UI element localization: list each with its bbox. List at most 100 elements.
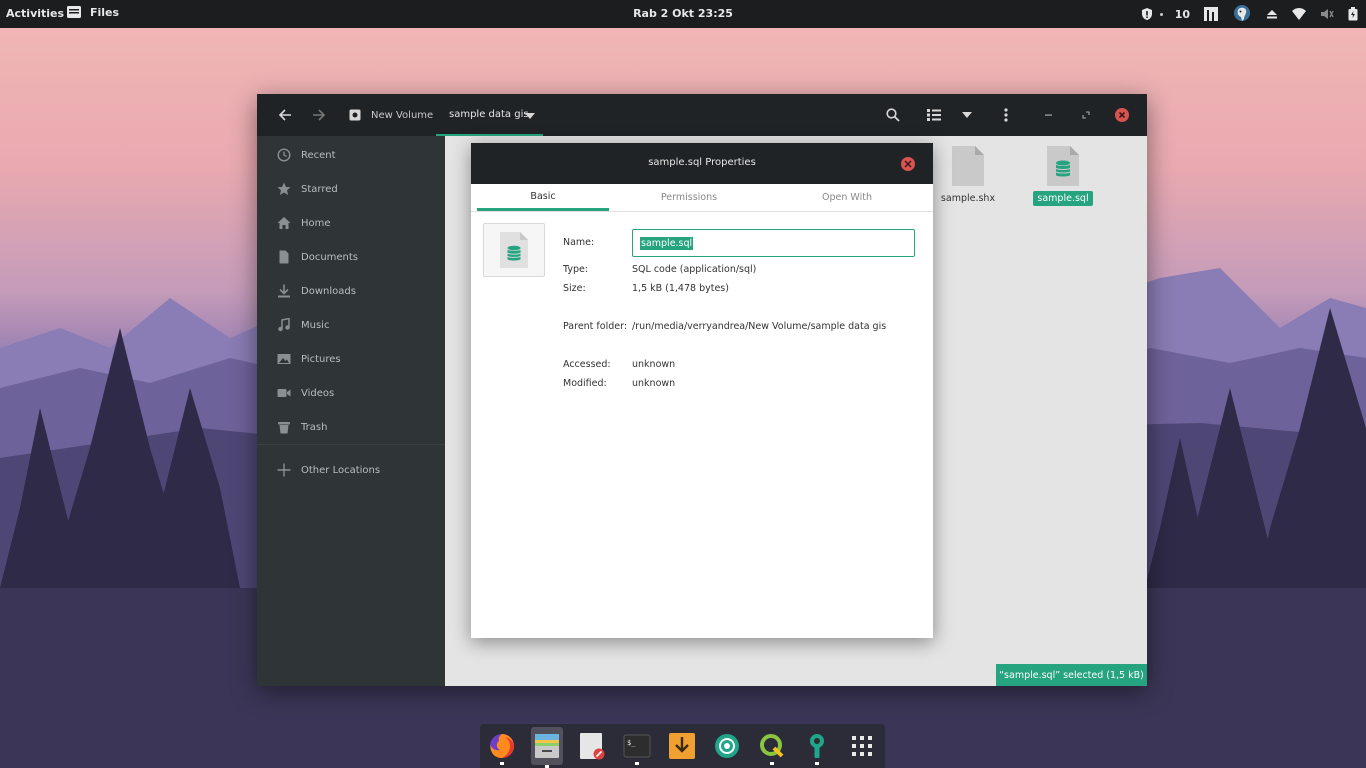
terminal-icon: $_ — [623, 734, 651, 758]
accessed-value: unknown — [632, 359, 676, 370]
downloader-icon — [669, 733, 695, 759]
download-icon — [278, 284, 290, 298]
indicator-dot — [1159, 12, 1163, 16]
video-icon — [277, 389, 291, 397]
sidebar-item-documents[interactable]: Documents — [277, 246, 358, 268]
parent-folder-value[interactable]: /run/media/verryandrea/New Volume/sample… — [632, 321, 886, 332]
home-icon — [277, 217, 291, 229]
menu-button[interactable] — [996, 105, 1016, 125]
view-toggle-button[interactable] — [924, 105, 944, 125]
type-label: Type: — [563, 264, 589, 275]
header-bar: New Volume sample data gis — [257, 94, 1147, 136]
dialog-header: sample.sql Properties — [471, 143, 933, 184]
running-indicator — [815, 762, 819, 765]
name-field[interactable]: sample.sql — [632, 229, 915, 257]
accessed-label: Accessed: — [563, 359, 611, 370]
postgresql-icon[interactable] — [1232, 4, 1252, 24]
dock-downloader[interactable] — [666, 730, 698, 762]
document-icon — [279, 250, 289, 264]
dialog-close-button[interactable] — [901, 157, 915, 171]
name-label: Name: — [563, 237, 595, 248]
qgis-icon — [760, 734, 784, 758]
wifi-icon[interactable] — [1292, 8, 1306, 20]
sidebar-item-other-locations[interactable]: Other Locations — [277, 459, 380, 481]
path-current-folder[interactable]: sample data gis — [436, 94, 543, 136]
drive-icon — [349, 109, 361, 121]
kebab-menu-icon — [1004, 108, 1008, 122]
selection-status: “sample.sql” selected (1,5 kB) — [996, 664, 1147, 686]
tab-permissions[interactable]: Permissions — [623, 184, 755, 211]
dock-terminal[interactable]: $_ — [621, 730, 653, 765]
database-file-icon — [500, 232, 528, 268]
back-button[interactable] — [275, 105, 295, 125]
size-value: 1,5 kB (1,478 bytes) — [632, 283, 729, 294]
sidebar-item-label: Other Locations — [301, 464, 381, 476]
dock-qgis[interactable] — [756, 730, 788, 765]
star-icon — [277, 182, 291, 195]
firefox-icon — [490, 734, 514, 758]
tab-basic[interactable]: Basic — [477, 184, 609, 211]
dock-text-editor[interactable] — [576, 730, 608, 762]
parent-folder-label: Parent folder: — [563, 321, 628, 332]
picture-icon — [277, 354, 291, 364]
list-view-icon — [927, 109, 941, 121]
sidebar-item-pictures[interactable]: Pictures — [277, 348, 341, 370]
clock-icon — [277, 148, 291, 162]
dock-shutter[interactable] — [711, 730, 743, 762]
running-indicator — [500, 762, 504, 765]
sidebar-item-label: Pictures — [301, 353, 341, 365]
settings-tool-icon — [810, 734, 824, 758]
activities-button[interactable]: Activities — [6, 7, 64, 20]
properties-dialog: sample.sql Properties Basic Permissions … — [471, 143, 933, 638]
forward-button[interactable] — [309, 105, 329, 125]
dock-archive-manager[interactable] — [531, 727, 563, 768]
sidebar-item-videos[interactable]: Videos — [277, 382, 334, 404]
sidebar-item-home[interactable]: Home — [277, 212, 331, 234]
close-icon — [904, 160, 912, 168]
trash-icon — [278, 422, 290, 434]
app-menu[interactable]: Files — [66, 4, 119, 20]
tab-open-with[interactable]: Open With — [781, 184, 913, 211]
search-button[interactable] — [883, 105, 903, 125]
dock-show-applications[interactable] — [846, 730, 878, 762]
view-options-button[interactable] — [957, 105, 977, 125]
clock[interactable]: Rab 2 Okt 23:25 — [633, 7, 733, 20]
dock-settings-tool[interactable] — [801, 730, 833, 765]
text-editor-icon — [580, 733, 605, 760]
type-value: SQL code (application/sql) — [632, 264, 757, 275]
sidebar-item-recent[interactable]: Recent — [277, 144, 336, 166]
app-grid-icon — [852, 736, 872, 756]
dock-firefox[interactable] — [486, 730, 518, 765]
sidebar: Recent Starred Home Documents Downloads … — [257, 136, 445, 686]
sidebar-item-label: Downloads — [301, 285, 356, 297]
close-window-button[interactable] — [1112, 105, 1132, 125]
minimize-button[interactable] — [1039, 105, 1059, 125]
sidebar-item-downloads[interactable]: Downloads — [277, 280, 356, 302]
battery-icon[interactable] — [1348, 7, 1358, 21]
sidebar-item-label: Documents — [301, 251, 359, 263]
path-volume[interactable]: New Volume — [349, 94, 433, 136]
sidebar-item-label: Trash — [301, 421, 328, 433]
arrow-left-icon — [278, 109, 291, 121]
eject-icon[interactable] — [1266, 8, 1278, 20]
maximize-button[interactable] — [1076, 105, 1096, 125]
file-name: sample.shx — [940, 193, 996, 204]
sidebar-item-trash[interactable]: Trash — [277, 416, 327, 438]
sidebar-item-music[interactable]: Music — [277, 314, 329, 336]
system-monitor-icon[interactable] — [1204, 7, 1218, 21]
plus-icon — [277, 463, 291, 477]
volume-icon[interactable] — [1320, 8, 1334, 20]
indicator-count: 10 — [1174, 7, 1190, 21]
file-item[interactable]: sample.shx — [938, 145, 998, 206]
modified-value: unknown — [632, 378, 676, 389]
sidebar-item-starred[interactable]: Starred — [277, 178, 338, 200]
file-item[interactable]: sample.sql — [1033, 145, 1093, 206]
security-indicator[interactable]: 10 — [1140, 7, 1190, 21]
arrow-right-icon — [313, 109, 326, 121]
svg-text:$_: $_ — [627, 739, 636, 747]
close-icon — [1115, 108, 1129, 122]
database-file-icon — [1047, 146, 1079, 186]
modified-label: Modified: — [563, 378, 607, 389]
shield-icon — [1141, 8, 1152, 20]
running-indicator — [635, 762, 639, 765]
